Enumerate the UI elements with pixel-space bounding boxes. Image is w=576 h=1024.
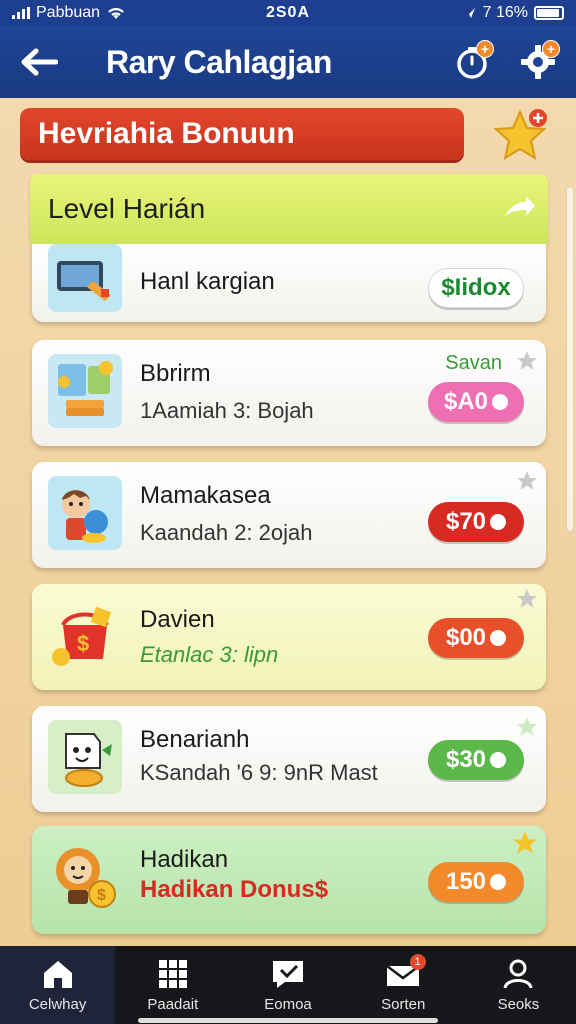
bottom-navigation: Celwhay Paadait Eomoa 1 Sorten Seoks [0, 946, 576, 1024]
svg-text:$: $ [77, 631, 89, 656]
task-thumbnail [48, 720, 122, 794]
svg-text:$: $ [97, 887, 106, 904]
coin-icon [490, 752, 507, 768]
task-title: Davien [140, 606, 215, 633]
nav-label: Paadait [147, 996, 199, 1013]
task-title: Hadikan [140, 846, 229, 873]
wifi-icon [108, 8, 124, 19]
battery-label: 7 16% [482, 4, 528, 21]
notification-badge: + [476, 40, 494, 58]
status-bar: Pabbuan 2S0A 7 16% [0, 0, 576, 26]
nav-item-inbox[interactable]: 1 Sorten [346, 946, 461, 1024]
reward-button[interactable]: 150 [428, 862, 524, 902]
task-thumbnail [48, 476, 122, 550]
task-card[interactable]: $ Hadikan Hadikan Donus$ 150 [32, 826, 546, 934]
nav-label: Eomoa [264, 996, 312, 1013]
location-icon [464, 8, 475, 18]
task-card[interactable]: Benarianh KSandah '6 9: 9nR Mast $30 [32, 706, 546, 812]
page-title: Rary Cahlagjan [106, 43, 332, 80]
reward-button[interactable]: $70 [428, 502, 524, 542]
settings-badge: + [542, 40, 560, 58]
scrollbar[interactable] [566, 186, 574, 532]
settings-button[interactable]: + [514, 38, 562, 86]
task-card[interactable]: $ Davien Etanlac 3: lipn $00 [32, 584, 546, 690]
reward-amount: $A0 [443, 388, 489, 415]
task-title: Hanl kargian [140, 268, 275, 295]
timer-button[interactable]: + [448, 38, 496, 86]
favorite-star-button[interactable] [492, 106, 552, 166]
reward-button[interactable]: $30 [428, 740, 524, 780]
task-title: Mamakasea [140, 482, 271, 509]
task-subtitle: 1Aamiah 3: Bojah [140, 398, 314, 423]
task-card[interactable]: Mamakasea Kaandah 2: 2ojah $70 [32, 462, 546, 568]
bonus-banner[interactable]: Hevriahia Bonuun [20, 108, 464, 160]
app-header: Rary Cahlagjan + + [0, 26, 576, 98]
character-coin-icon [62, 490, 108, 543]
task-thumbnail: $ [48, 840, 122, 914]
coin-icon [490, 514, 507, 530]
task-title: Bbrirm [140, 360, 211, 387]
chat-icon [273, 961, 303, 988]
star-icon [517, 589, 537, 608]
reward-amount: $00 [445, 624, 487, 651]
star-icon [493, 109, 547, 161]
bonus-banner-label: Hevriahia Bonuun [38, 117, 295, 150]
nav-item-chat[interactable]: Eomoa [230, 946, 345, 1024]
coin-icon [492, 394, 509, 410]
battery-icon [534, 6, 564, 20]
level-section-title: Level Harián [48, 193, 206, 224]
arrow-left-icon [21, 48, 58, 76]
coin-icon [490, 874, 507, 890]
task-subtitle: KSandah '6 9: 9nR Mast [140, 760, 378, 785]
reward-amount: $70 [445, 508, 487, 535]
inbox-badge: 1 [409, 954, 426, 970]
reward-button[interactable]: $00 [428, 618, 524, 658]
nav-label: Celwhay [28, 996, 87, 1013]
tablet-icon [57, 261, 111, 301]
signal-icon [12, 7, 30, 19]
star-icon [517, 471, 537, 490]
task-card[interactable]: Bbrirm 1Aamiah 3: Bojah Savan $A0 [32, 340, 546, 446]
home-indicator[interactable] [138, 1018, 438, 1023]
clock: 2S0A [265, 4, 311, 21]
nav-label: Sorten [381, 996, 426, 1013]
mascot-coin-icon [65, 733, 112, 787]
back-button[interactable] [14, 37, 64, 87]
reward-amount: $Iidox [441, 274, 511, 301]
reward-amount: 150 [445, 868, 487, 895]
grid-icon [158, 960, 187, 988]
task-subtitle: Kaandah 2: 2ojah [140, 520, 313, 545]
coins-stack-icon [58, 361, 113, 416]
level-section-header[interactable]: Level Harián [30, 174, 548, 244]
coin-icon [490, 630, 507, 646]
home-icon [43, 961, 72, 988]
task-thumbnail [48, 354, 122, 428]
task-title: Benarianh [140, 726, 250, 753]
task-thumbnail [48, 244, 122, 312]
arrow-right-icon [505, 196, 535, 216]
task-card[interactable]: Hanl kargian $Iidox [32, 244, 546, 322]
profile-icon [503, 959, 533, 989]
reward-button[interactable]: $A0 [428, 382, 524, 422]
nav-item-home[interactable]: Celwhay [0, 946, 116, 1024]
lion-mascot-icon: $ [56, 848, 116, 908]
star-icon [513, 831, 537, 854]
gift-basket-icon: $ [52, 606, 112, 666]
star-icon [517, 717, 537, 736]
task-thumbnail: $ [48, 598, 122, 672]
task-subtitle: Etanlac 3: lipn [140, 642, 279, 667]
nav-item-grid[interactable]: Paadait [115, 946, 230, 1024]
task-tag: Savan [445, 352, 502, 374]
task-subtitle: Hadikan Donus$ [140, 876, 329, 903]
star-icon [517, 351, 537, 370]
reward-button[interactable]: $Iidox [428, 268, 524, 308]
nav-label: Seoks [497, 996, 540, 1013]
reward-amount: $30 [445, 746, 487, 773]
nav-item-profile[interactable]: Seoks [461, 946, 576, 1024]
carrier-label: Pabbuan [36, 4, 101, 21]
